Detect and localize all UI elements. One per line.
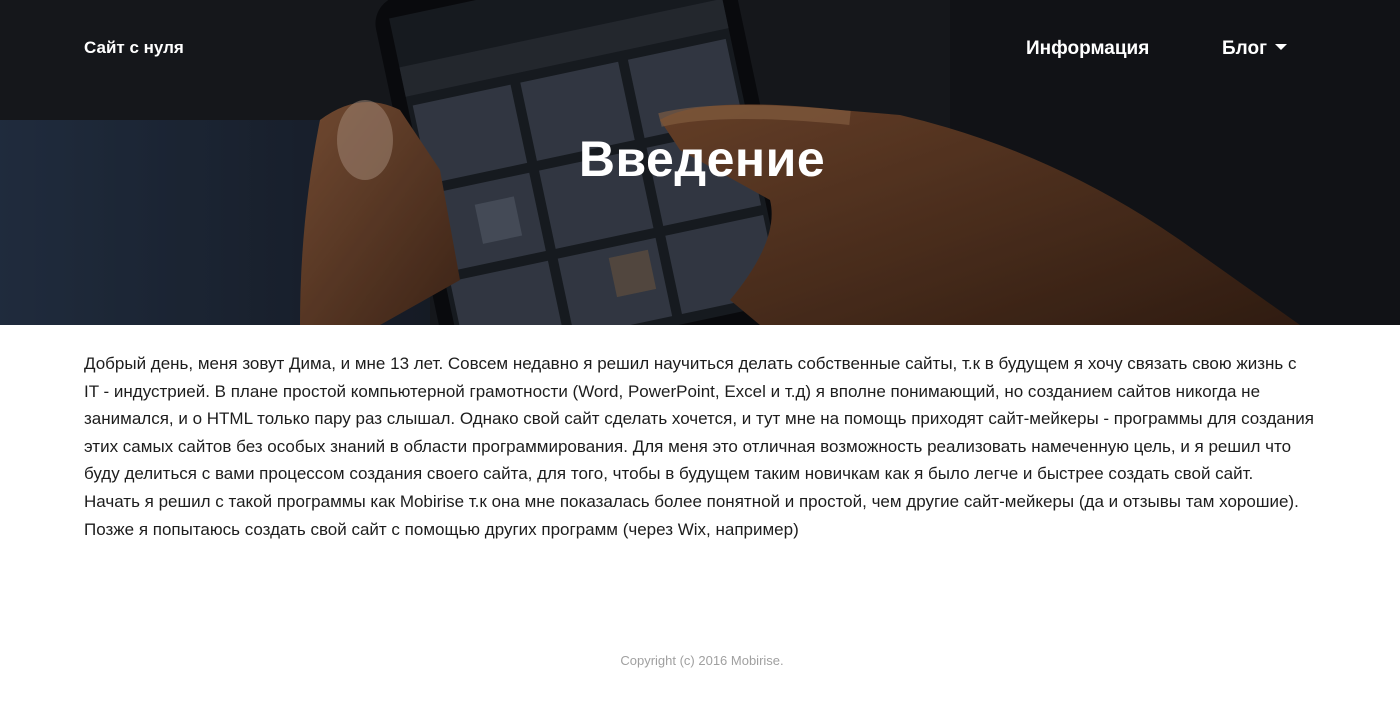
nav-item-blog-label: Блог xyxy=(1222,38,1267,59)
article-paragraph: Начать я решил с такой программы как Mob… xyxy=(84,491,1299,539)
chevron-down-icon xyxy=(1275,43,1287,50)
article-body: Добрый день, меня зовут Дима, и мне 13 л… xyxy=(84,350,1316,543)
hero-section: Сайт с нуля Информация Блог Введение xyxy=(0,0,1400,325)
nav-item-information[interactable]: Информация xyxy=(1026,38,1149,60)
brand-link[interactable]: Сайт с нуля xyxy=(84,38,184,58)
page-title: Введение xyxy=(578,131,826,187)
nav-item-blog[interactable]: Блог xyxy=(1222,38,1287,60)
top-navbar: Сайт с нуля Информация Блог xyxy=(0,0,1400,100)
article-paragraph: Добрый день, меня зовут Дима, и мне 13 л… xyxy=(84,354,1314,484)
footer-copyright: Copyright (c) 2016 Mobirise. xyxy=(620,653,784,668)
